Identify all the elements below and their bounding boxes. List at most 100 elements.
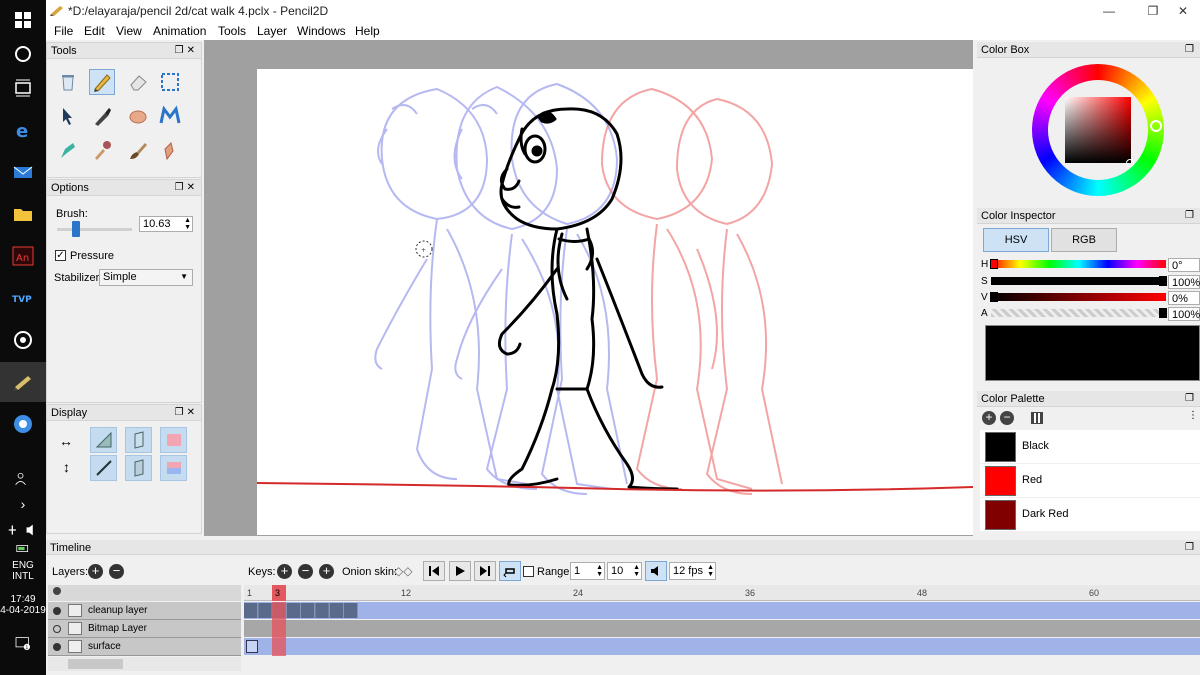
value-slider-thumb[interactable] (990, 292, 998, 302)
add-keyframe-icon[interactable]: + (277, 564, 292, 579)
pressure-checkbox[interactable]: ✓ (55, 250, 66, 261)
region-label[interactable]: INTL (0, 571, 46, 582)
menu-layer[interactable]: Layer (257, 24, 287, 38)
clear-tool-icon[interactable] (55, 69, 81, 95)
menu-animation[interactable]: Animation (153, 24, 206, 38)
clock-date[interactable]: 4-04-2019 (0, 605, 46, 616)
file-explorer-icon[interactable] (0, 194, 46, 234)
stabilizer-select[interactable]: Simple ▼ (99, 269, 193, 286)
alpha-value[interactable]: 100% (1168, 307, 1200, 321)
language-label[interactable]: ENG (0, 560, 46, 571)
brush-size-input[interactable]: 10.63 ▲ ▼ (139, 216, 193, 232)
panel-float-icon[interactable]: ❐ (1185, 208, 1197, 224)
panel-float-close-icon[interactable]: ❐✕ (175, 405, 198, 421)
hue-handle[interactable] (1150, 120, 1162, 132)
layer-visibility-icon[interactable] (53, 607, 61, 615)
pencil2d-app-icon[interactable] (0, 362, 46, 402)
mirror-line-icon[interactable] (90, 455, 117, 481)
fps-input[interactable]: 12 fps ▲ ▼ (669, 562, 716, 580)
track-cleanup[interactable] (244, 602, 1200, 619)
keyframe-block[interactable] (244, 603, 358, 618)
remove-layer-icon[interactable]: − (109, 564, 124, 579)
layer-visibility-icon[interactable] (53, 643, 61, 651)
brush-tool-icon[interactable] (125, 137, 151, 163)
notifications-icon[interactable]: 1 (0, 636, 46, 653)
battery-icon[interactable] (0, 544, 46, 558)
layer-scrollbar[interactable] (48, 657, 241, 671)
eyedropper-tool-icon[interactable] (89, 137, 115, 163)
rgb-mode-button[interactable]: RGB (1051, 228, 1117, 252)
range-end-input[interactable]: 10 ▲ ▼ (607, 562, 642, 580)
onion-prev-icon[interactable] (160, 427, 187, 453)
move-tool-icon[interactable] (55, 103, 81, 129)
panel-float-close-icon[interactable]: ❐✕ (175, 180, 198, 196)
palette-item-red[interactable]: Red (980, 464, 1200, 497)
hand-tool-icon[interactable] (125, 103, 151, 129)
saturation-value-square[interactable] (1065, 97, 1131, 163)
duplicate-keyframe-icon[interactable]: + (319, 564, 334, 579)
hue-slider-thumb[interactable] (990, 259, 998, 269)
color-handle[interactable] (1126, 159, 1134, 167)
smudge-tool-icon[interactable] (157, 103, 183, 129)
palette-item-black[interactable]: Black (980, 430, 1200, 463)
hue-slider[interactable] (990, 259, 1166, 269)
saturation-slider-thumb[interactable] (1159, 276, 1167, 286)
mail-app-icon[interactable] (0, 152, 46, 192)
hue-wheel[interactable] (1032, 64, 1164, 196)
range-checkbox[interactable] (523, 566, 534, 577)
target-app-icon[interactable] (0, 320, 46, 360)
visibility-all-icon[interactable] (53, 587, 61, 595)
play-button[interactable] (449, 561, 471, 581)
spinner-arrows-icon[interactable]: ▲ ▼ (633, 564, 640, 578)
select-tool-icon[interactable] (157, 69, 183, 95)
task-view-icon[interactable] (0, 68, 46, 108)
track-surface[interactable] (244, 638, 1200, 655)
layer-scrollbar-thumb[interactable] (68, 659, 123, 669)
people-icon[interactable] (0, 470, 46, 496)
palette-view-icon[interactable] (1031, 412, 1043, 424)
value-value[interactable]: 0% (1168, 291, 1200, 305)
spinner-arrows-icon[interactable]: ▲ ▼ (184, 217, 191, 231)
spinner-arrows-icon[interactable]: ▲ ▼ (707, 564, 714, 578)
saturation-value[interactable]: 100% (1168, 275, 1200, 289)
brush-size-slider-thumb[interactable] (72, 221, 80, 237)
saturation-slider[interactable] (991, 276, 1167, 286)
tvpaint-app-icon[interactable]: TVP (0, 278, 46, 318)
edge-browser-icon[interactable]: e (0, 110, 46, 150)
animate-app-icon[interactable]: An (0, 236, 46, 276)
thin-lines-icon[interactable] (90, 427, 117, 453)
spinner-arrows-icon[interactable]: ▲ ▼ (596, 564, 603, 578)
chevron-right-icon[interactable]: › (0, 496, 46, 522)
loop-button[interactable] (499, 561, 521, 581)
menu-file[interactable]: File (54, 24, 73, 38)
add-layer-icon[interactable]: + (88, 564, 103, 579)
pen-tool-icon[interactable] (89, 103, 115, 129)
layer-bitmap[interactable]: Bitmap Layer (48, 620, 241, 638)
network-volume-icon[interactable] (0, 522, 46, 544)
menu-windows[interactable]: Windows (297, 24, 346, 38)
layer-surface[interactable]: surface (48, 638, 241, 656)
polyline-tool-icon[interactable] (55, 137, 81, 163)
range-start-input[interactable]: 1 ▲ ▼ (570, 562, 605, 580)
onion-next-icon[interactable] (160, 455, 187, 481)
camera-app-icon[interactable] (0, 404, 46, 444)
eraser-tool-icon[interactable] (125, 69, 151, 95)
menu-edit[interactable]: Edit (84, 24, 105, 38)
outlines-icon[interactable] (125, 427, 152, 453)
brush-size-slider[interactable] (57, 221, 132, 237)
menu-view[interactable]: View (116, 24, 142, 38)
hue-value[interactable]: 0° (1168, 258, 1200, 272)
panel-float-icon[interactable]: ❐ (1185, 391, 1197, 407)
add-color-icon[interactable]: + (982, 411, 996, 425)
menu-help[interactable]: Help (355, 24, 380, 38)
close-button[interactable]: ✕ (1166, 0, 1200, 21)
flip-horizontal-icon[interactable]: ↔ (59, 433, 73, 449)
drawing-canvas[interactable]: + (256, 69, 974, 535)
bucket-tool-icon[interactable] (157, 137, 183, 163)
play-next-button[interactable] (474, 561, 496, 581)
sound-toggle-button[interactable] (645, 561, 667, 581)
value-slider[interactable] (990, 292, 1166, 302)
palette-item-dark-red[interactable]: Dark Red (980, 498, 1200, 531)
frame-ruler[interactable]: 1 3 12 24 36 48 60 (244, 585, 1200, 601)
clock-time[interactable]: 17:49 (0, 594, 46, 605)
